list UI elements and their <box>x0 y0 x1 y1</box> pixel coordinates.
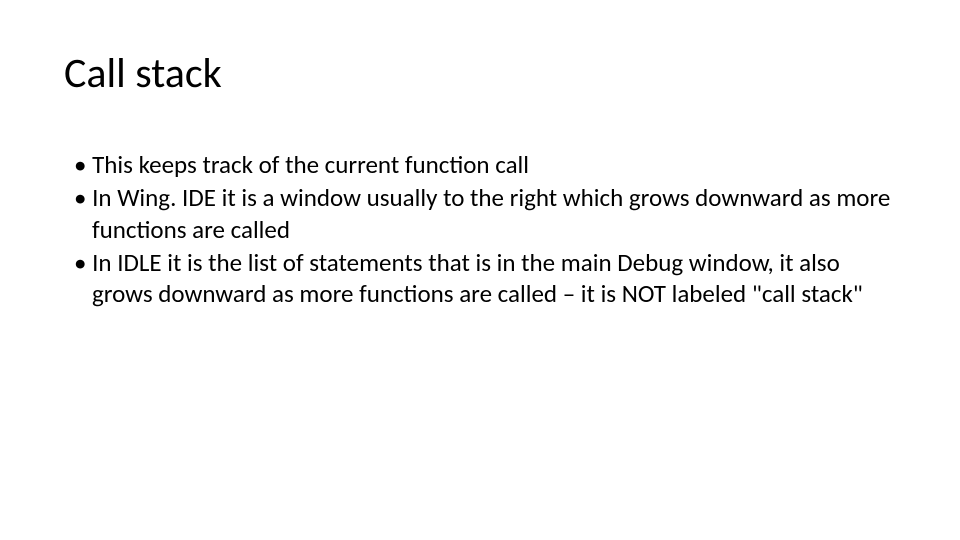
bullet-list: This keeps track of the current function… <box>64 149 896 309</box>
slide-container: Call stack This keeps track of the curre… <box>0 0 960 540</box>
slide-title: Call stack <box>64 48 896 99</box>
list-item: This keeps track of the current function… <box>64 149 896 180</box>
list-item: In IDLE it is the list of statements tha… <box>64 247 896 310</box>
list-item: In Wing. IDE it is a window usually to t… <box>64 182 896 245</box>
